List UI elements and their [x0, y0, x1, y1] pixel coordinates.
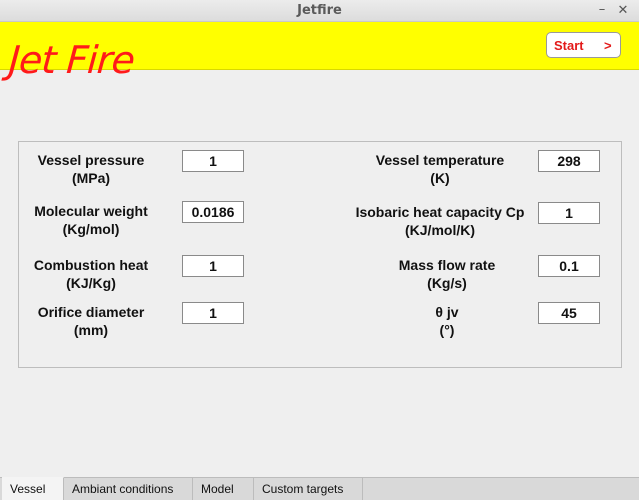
- vessel-pressure-label: Vessel pressure (MPa): [37, 152, 145, 186]
- vessel-temperature-label: Vessel temperature (K): [375, 152, 505, 186]
- start-button-label: Start: [554, 38, 584, 53]
- orifice-diameter-input[interactable]: [182, 302, 244, 324]
- isobaric-heat-capacity-label: Isobaric heat capacity Cp (KJ/mol/K): [355, 204, 525, 238]
- mass-flow-rate-label: Mass flow rate (Kg/s): [398, 257, 496, 291]
- tab-vessel[interactable]: Vessel: [2, 477, 64, 500]
- isobaric-heat-capacity-input[interactable]: [538, 202, 600, 224]
- molecular-weight-label: Molecular weight (Kg/mol): [34, 203, 148, 237]
- tab-custom-targets[interactable]: Custom targets: [254, 478, 363, 500]
- window-title: Jetfire: [297, 3, 342, 18]
- start-button[interactable]: Start >: [546, 32, 621, 58]
- app-logo: Jet Fire: [7, 38, 136, 82]
- orifice-diameter-label: Orifice diameter (mm): [37, 304, 145, 338]
- arrow-right-icon: >: [604, 38, 612, 53]
- tab-bar: Vessel Ambiant conditions Model Custom t…: [0, 477, 639, 500]
- vessel-pressure-input[interactable]: [182, 150, 244, 172]
- tab-model[interactable]: Model: [193, 478, 254, 500]
- close-button[interactable]: ✕: [614, 2, 632, 20]
- combustion-heat-input[interactable]: [182, 255, 244, 277]
- tab-ambiant-conditions[interactable]: Ambiant conditions: [64, 478, 193, 500]
- theta-jv-input[interactable]: [538, 302, 600, 324]
- molecular-weight-input[interactable]: [182, 201, 244, 223]
- theta-jv-label: θ jv (°): [435, 304, 459, 338]
- mass-flow-rate-input[interactable]: [538, 255, 600, 277]
- vessel-temperature-input[interactable]: [538, 150, 600, 172]
- header-banner: Jet Fire Start >: [0, 22, 639, 82]
- window-titlebar: Jetfire – ✕: [0, 0, 639, 22]
- combustion-heat-label: Combustion heat (KJ/Kg): [33, 257, 149, 291]
- minimize-button[interactable]: –: [593, 1, 611, 19]
